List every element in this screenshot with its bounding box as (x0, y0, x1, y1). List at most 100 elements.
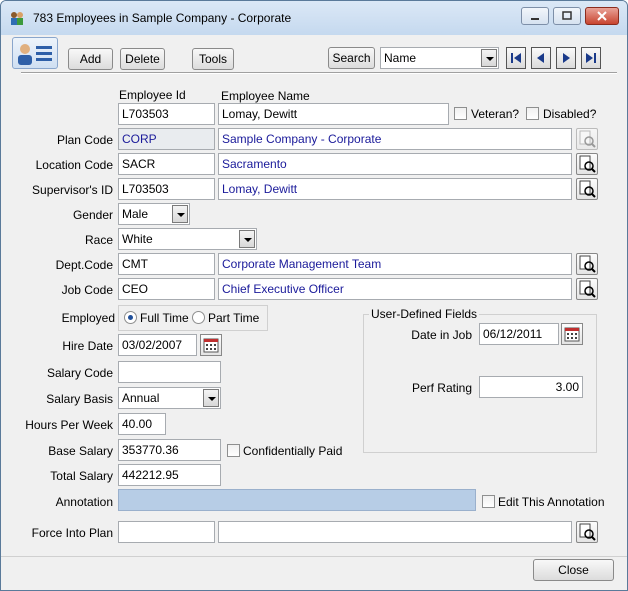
force-plan-code-input[interactable] (118, 521, 215, 543)
previous-icon (537, 53, 544, 63)
job-name-field: Chief Executive Officer (218, 278, 572, 300)
plan-code-input[interactable]: CORP (118, 128, 215, 150)
user-defined-fields-title: User-Defined Fields (369, 307, 480, 321)
add-button[interactable]: Add (68, 48, 113, 70)
job-lookup-button[interactable] (576, 278, 598, 300)
plan-code-label: Plan Code (56, 133, 113, 147)
dept-lookup-button[interactable] (576, 253, 598, 275)
hire-date-calendar-button[interactable] (200, 334, 222, 356)
employee-id-input[interactable]: L703503 (118, 103, 215, 125)
location-lookup-button[interactable] (576, 153, 598, 175)
supervisor-id-input[interactable]: L703503 (118, 178, 215, 200)
edit-annotation-label: Edit This Annotation (498, 495, 605, 509)
hours-per-week-input[interactable]: 40.00 (118, 413, 166, 435)
supervisor-name-field: Lomay, Dewitt (218, 178, 572, 200)
salary-code-label: Salary Code (46, 366, 113, 380)
plan-lookup-button[interactable] (576, 128, 598, 150)
tools-button[interactable]: Tools (192, 48, 234, 70)
hire-date-input[interactable]: 03/02/2007 (118, 334, 197, 356)
magnifier-icon (579, 180, 596, 198)
salary-basis-value: Annual (122, 391, 160, 405)
disabled-label: Disabled? (543, 107, 597, 121)
part-time-radio[interactable] (192, 311, 205, 324)
disabled-checkbox[interactable] (526, 107, 539, 120)
plan-name-field: Sample Company - Corporate (218, 128, 572, 150)
base-salary-label: Base Salary (48, 444, 113, 458)
job-code-label: Job Code (61, 283, 113, 297)
hire-date-label: Hire Date (62, 339, 113, 353)
gender-value: Male (122, 207, 149, 221)
employee-id-label: Employee Id (119, 88, 186, 102)
force-plan-name-field (218, 521, 572, 543)
location-code-input[interactable]: SACR (118, 153, 215, 175)
minimize-icon (531, 18, 539, 20)
date-in-job-input[interactable]: 06/12/2011 (479, 323, 559, 345)
job-code-input[interactable]: CEO (118, 278, 215, 300)
magnifier-icon (579, 155, 596, 173)
location-code-label: Location Code (35, 158, 113, 172)
employed-label: Employed (61, 311, 115, 325)
close-icon (597, 11, 607, 21)
total-salary-label: Total Salary (50, 469, 113, 483)
search-button[interactable]: Search (328, 47, 375, 69)
veteran-checkbox[interactable] (454, 107, 467, 120)
full-time-label: Full Time (140, 311, 189, 325)
location-name-field: Sacramento (218, 153, 572, 175)
chevron-down-icon (203, 389, 219, 407)
next-record-button[interactable] (556, 47, 576, 69)
date-in-job-calendar-button[interactable] (561, 323, 583, 345)
previous-record-button[interactable] (531, 47, 551, 69)
window-close-button[interactable] (585, 7, 619, 25)
minimize-button[interactable] (521, 7, 549, 25)
confidentially-paid-checkbox[interactable] (227, 444, 240, 457)
employee-window: 783 Employees in Sample Company - Corpor… (0, 0, 628, 591)
salary-code-input[interactable] (118, 361, 221, 383)
search-field-select[interactable]: Name (380, 47, 499, 69)
race-value: White (122, 232, 153, 246)
window-title: 783 Employees in Sample Company - Corpor… (33, 11, 292, 25)
chevron-down-icon (172, 205, 188, 223)
delete-button[interactable]: Delete (120, 48, 165, 70)
last-record-button[interactable] (581, 47, 601, 69)
perf-rating-input[interactable]: 3.00 (479, 376, 583, 398)
magnifier-icon (579, 280, 596, 298)
dept-name-field: Corporate Management Team (218, 253, 572, 275)
dept-code-input[interactable]: CMT (118, 253, 215, 275)
salary-basis-label: Salary Basis (46, 392, 113, 406)
employee-card-icon (18, 44, 52, 65)
chevron-down-icon (239, 230, 255, 248)
supervisor-lookup-button[interactable] (576, 178, 598, 200)
salary-basis-select[interactable]: Annual (118, 387, 221, 409)
race-select[interactable]: White (118, 228, 257, 250)
annotation-label: Annotation (55, 495, 113, 509)
full-time-radio[interactable] (124, 311, 137, 324)
close-button[interactable]: Close (533, 559, 614, 581)
force-into-plan-label: Force Into Plan (31, 526, 113, 540)
first-record-button[interactable] (506, 47, 526, 69)
calendar-icon (203, 338, 219, 353)
confidentially-paid-label: Confidentially Paid (243, 444, 343, 458)
next-icon (563, 53, 570, 63)
employee-name-label: Employee Name (221, 89, 310, 103)
dept-code-label: Dept.Code (55, 258, 113, 272)
chevron-down-icon (481, 49, 497, 67)
hours-per-week-label: Hours Per Week (25, 418, 113, 432)
base-salary-input[interactable]: 353770.36 (118, 439, 221, 461)
maximize-button[interactable] (553, 7, 581, 25)
employee-name-input[interactable]: Lomay, Dewitt (218, 103, 449, 125)
magnifier-icon (579, 255, 596, 273)
annotation-input[interactable] (118, 489, 476, 511)
title-bar: 783 Employees in Sample Company - Corpor… (1, 1, 627, 35)
gender-select[interactable]: Male (118, 203, 190, 225)
supervisor-id-label: Supervisor's ID (32, 183, 113, 197)
employee-list-icon[interactable] (12, 37, 58, 69)
gender-label: Gender (72, 208, 113, 222)
people-icon (11, 12, 23, 25)
magnifier-icon (579, 130, 596, 148)
search-field-value: Name (384, 51, 417, 65)
total-salary-input[interactable]: 442212.95 (118, 464, 221, 486)
force-plan-lookup-button[interactable] (576, 521, 598, 543)
date-in-job-label: Date in Job (411, 328, 472, 342)
edit-annotation-checkbox[interactable] (482, 495, 495, 508)
race-label: Race (84, 233, 113, 247)
